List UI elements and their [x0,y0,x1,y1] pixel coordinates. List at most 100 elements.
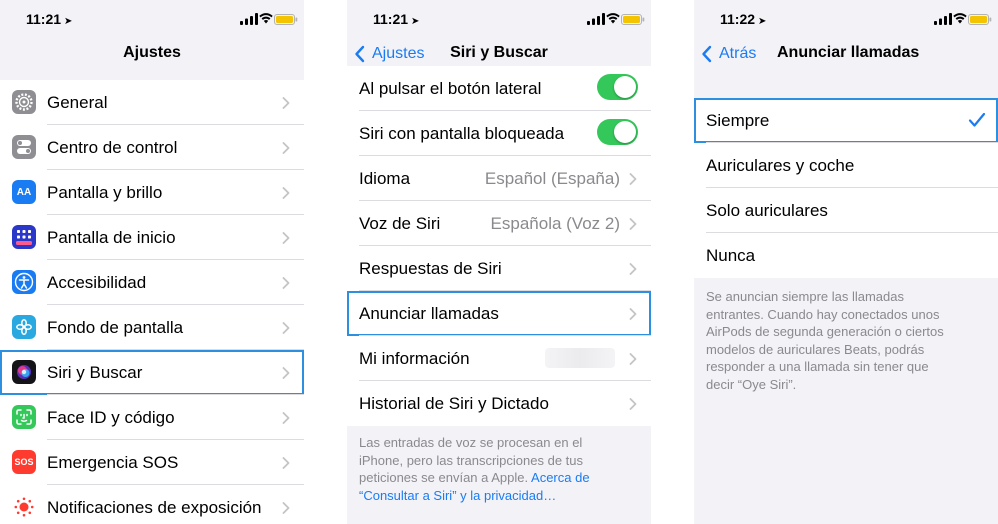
page-title: Ajustes [123,44,181,61]
chevron-right-icon [282,277,290,289]
wifi-icon [953,13,967,24]
settings-item-face-id[interactable]: Face ID y código [0,395,304,440]
settings-item-home-screen[interactable]: Pantalla de inicio [0,215,304,260]
toggle-knob [614,121,636,143]
chevron-right-icon [629,218,637,230]
chevron-right-icon [629,263,637,275]
chevron-right-icon [282,502,290,514]
chevron-right-icon [629,308,637,320]
settings-item-label: Fondo de pantalla [47,317,184,337]
row-value: Española (Voz 2) [490,213,620,233]
location-icon: ➤ [758,16,767,27]
status-bar: 11:21 ➤ [347,0,651,36]
settings-item-label: Pantalla de inicio [47,227,176,247]
switches-icon [12,135,36,159]
chevron-right-icon [629,398,637,410]
settings-item-exposure[interactable]: Notificaciones de exposición [0,485,304,524]
my-info-row[interactable]: Mi información [347,336,651,381]
option-always[interactable]: Siempre [694,98,998,143]
option-label: Auriculares y coche [706,155,855,175]
siri-voice-row[interactable]: Voz de Siri Española (Voz 2) [347,201,651,246]
page-title: Siri y Buscar [450,44,548,61]
toggle-knob [614,76,636,98]
settings-item-label: Siri y Buscar [47,362,143,382]
chevron-right-icon [282,457,290,469]
row-label: Respuestas de Siri [359,258,502,278]
battery-icon [968,14,992,25]
announce-calls-row[interactable]: Anunciar llamadas [347,291,651,336]
face-id-icon [12,405,36,429]
option-label: Nunca [706,245,756,265]
chevron-right-icon [282,322,290,334]
text-size-glyph: AA [16,186,32,198]
status-bar: 11:21 ➤ [0,0,304,36]
settings-item-label: Face ID y código [47,407,175,427]
side-button-toggle[interactable] [597,74,638,100]
option-headphones-only[interactable]: Solo auriculares [694,188,998,233]
cellular-signal-icon [587,13,605,25]
battery-icon [274,14,298,25]
language-row[interactable]: Idioma Español (España) [347,156,651,201]
settings-item-label: Pantalla y brillo [47,182,163,202]
locked-siri-toggle[interactable] [597,119,638,145]
settings-item-emergency-sos[interactable]: SOS Emergencia SOS [0,440,304,485]
wifi-icon [259,13,273,24]
footer-line: iPhone, pero las transcripciones de tus [359,452,584,468]
cellular-signal-icon [934,13,952,25]
option-never[interactable]: Nunca [694,233,998,278]
battery-icon [621,14,645,25]
blurred-value [545,348,615,368]
locked-siri-row: Siri con pantalla bloqueada [347,111,651,156]
gear-icon [12,90,36,114]
announce-options-list: Siempre Auriculares y coche Solo auricul… [694,98,998,278]
flower-icon [12,315,36,339]
siri-responses-row[interactable]: Respuestas de Siri [347,246,651,291]
settings-screen: 11:21 ➤ Ajustes General Centro de control… [0,0,304,524]
settings-item-siri-search[interactable]: Siri y Buscar [0,350,304,395]
privacy-link[interactable]: Acerca de [531,470,590,485]
chevron-left-icon [702,45,712,63]
settings-item-control-center[interactable]: Centro de control [0,125,304,170]
row-label: Anunciar llamadas [359,303,499,323]
exposure-icon [12,495,36,519]
option-label: Siempre [706,110,770,130]
footer-text: peticiones se envían a Apple. [359,470,529,485]
chevron-right-icon [629,173,637,185]
status-time-text: 11:22 [720,11,756,27]
settings-item-display[interactable]: AA Pantalla y brillo [0,170,304,215]
checkmark-icon [968,112,986,127]
chevron-right-icon [282,412,290,424]
footer-line: responder a una llamada sin tener que [706,359,929,374]
wifi-icon [606,13,620,24]
text-size-icon: AA [12,180,36,204]
siri-history-row[interactable]: Historial de Siri y Dictado [347,381,651,426]
settings-item-label: Emergencia SOS [47,452,179,472]
cellular-signal-icon [240,13,258,25]
status-time-text: 11:21 [26,11,62,27]
row-label: Idioma [359,168,411,188]
chevron-right-icon [282,367,290,379]
announce-footer: Se anuncian siempre las llamadas entrant… [706,288,944,393]
status-time: 11:21 ➤ [26,11,72,27]
settings-list: General Centro de control AA Pantalla y … [0,80,304,524]
settings-item-wallpaper[interactable]: Fondo de pantalla [0,305,304,350]
status-time-text: 11:21 [373,11,409,27]
status-time: 11:21 ➤ [373,11,419,27]
settings-item-accessibility[interactable]: Accesibilidad [0,260,304,305]
row-label: Mi información [359,348,470,368]
accessibility-icon [12,270,36,294]
sos-icon: SOS [12,450,36,474]
settings-item-general[interactable]: General [0,80,304,125]
back-button[interactable]: Atrás [701,44,756,64]
chevron-right-icon [282,97,290,109]
privacy-link-continued[interactable]: “Consultar a Siri” y la privacidad… [359,487,590,505]
status-bar: 11:22 ➤ [694,0,998,36]
row-label: Voz de Siri [359,213,441,233]
settings-item-label: Accesibilidad [47,272,147,292]
settings-item-label: Notificaciones de exposición [47,497,262,517]
chevron-right-icon [282,232,290,244]
sos-glyph: SOS [14,457,34,467]
status-time: 11:22 ➤ [720,11,766,27]
option-headphones-car[interactable]: Auriculares y coche [694,143,998,188]
row-label: Siri con pantalla bloqueada [359,123,565,143]
